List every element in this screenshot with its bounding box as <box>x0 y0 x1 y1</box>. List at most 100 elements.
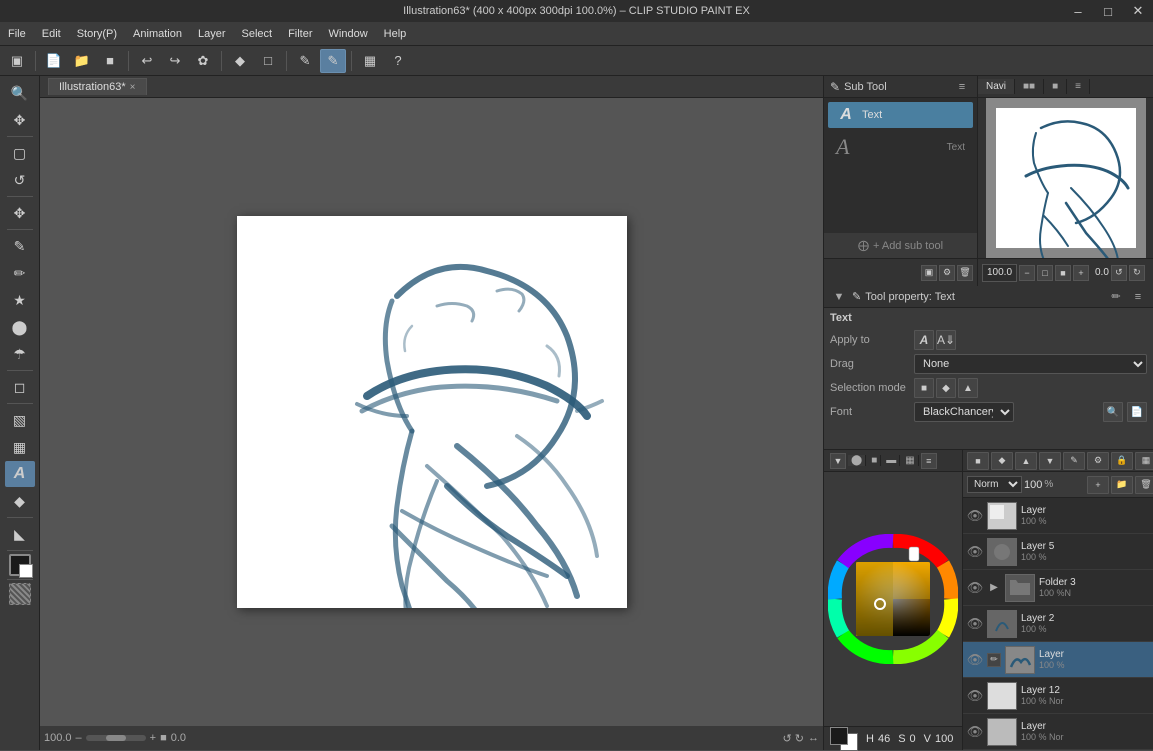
toolbar-command1[interactable]: ▣ <box>4 49 30 73</box>
toolbar-open[interactable]: 📁 <box>69 49 95 73</box>
tool-prop-collapse[interactable]: ▼ <box>830 288 848 306</box>
toolbar-help[interactable]: ? <box>385 49 411 73</box>
layer-ctrl-4[interactable]: ▼ <box>1039 452 1061 470</box>
layer-ctrl-8[interactable]: ▦ <box>1135 452 1153 470</box>
rotate-controls[interactable]: ↺ ↻ <box>783 732 805 745</box>
subtool-item-text[interactable]: A Text <box>828 102 973 128</box>
layer-visibility-3[interactable]: 👁 <box>967 580 983 596</box>
subtool-item-text2[interactable]: A Text <box>828 128 973 166</box>
toolbar-transform[interactable]: ✿ <box>190 49 216 73</box>
pattern-swatch[interactable] <box>9 583 31 605</box>
nav-zoom-100[interactable]: ■ <box>1055 265 1071 281</box>
subtool-menu-btn[interactable]: ≡ <box>953 78 971 96</box>
add-subtool-btn[interactable]: ⨁ + Add sub tool <box>824 233 977 258</box>
fg-color-swatch[interactable] <box>9 554 31 576</box>
nav-tab-navi[interactable]: Navi <box>978 79 1015 94</box>
tool-zoom[interactable]: 🔍 <box>5 80 35 106</box>
drag-select[interactable]: None <box>914 354 1147 374</box>
table-row[interactable]: 👁 Layer 5 100 % <box>963 534 1153 570</box>
tool-fill[interactable]: ☂ <box>5 341 35 367</box>
sel-mode-btn3[interactable]: ▲ <box>958 378 978 398</box>
layer-visibility-2[interactable]: 👁 <box>967 544 983 560</box>
fg-color-swatch[interactable] <box>830 727 848 745</box>
tool-pen[interactable]: ✎ <box>5 233 35 259</box>
layer-ctrl-5[interactable]: ✎ <box>1063 452 1085 470</box>
color-tab-rect[interactable]: ■ <box>868 455 881 466</box>
nav-zoom-fit[interactable]: □ <box>1037 265 1053 281</box>
menu-help[interactable]: Help <box>376 22 415 45</box>
table-row[interactable]: 👁 ✏ Layer 100 % <box>963 642 1153 678</box>
nav-tab-4[interactable]: ≡ <box>1067 79 1090 94</box>
close-button[interactable]: ✕ <box>1123 0 1153 22</box>
nav-tab-3[interactable]: ■ <box>1044 79 1067 94</box>
toolbar-view[interactable]: ▦ <box>357 49 383 73</box>
toolbar-pen1[interactable]: ✎ <box>292 49 318 73</box>
toolbar-save[interactable]: ■ <box>97 49 123 73</box>
layer-visibility-6[interactable]: 👁 <box>967 688 983 704</box>
menu-edit[interactable]: Edit <box>34 22 69 45</box>
toolbar-redo[interactable]: ↪ <box>162 49 188 73</box>
menu-window[interactable]: Window <box>321 22 376 45</box>
color-collapse[interactable]: ▼ <box>830 453 846 469</box>
layer-folder-btn[interactable]: 📁 <box>1111 476 1133 494</box>
apply-btn-2[interactable]: A⇓ <box>936 330 956 350</box>
toolbar-select2[interactable]: □ <box>255 49 281 73</box>
tool-transform[interactable]: ✥ <box>5 200 35 226</box>
canvas-tab-item[interactable]: Illustration63* × <box>48 78 147 95</box>
font-preview-btn[interactable]: 📄 <box>1127 402 1147 422</box>
tool-airbrush[interactable]: ⬤ <box>5 314 35 340</box>
menu-story[interactable]: Story(P) <box>69 22 125 45</box>
nav-tab-2[interactable]: ■■ <box>1015 79 1044 94</box>
canvas-background[interactable] <box>40 98 823 726</box>
layer-lock-5[interactable]: ✏ <box>987 653 1001 667</box>
color-tab-circle[interactable]: ⬤ <box>848 455 866 466</box>
menu-layer[interactable]: Layer <box>190 22 234 45</box>
table-row[interactable]: 👁 Layer 100 % <box>963 498 1153 534</box>
tool-text[interactable]: A <box>5 461 35 487</box>
color-menu[interactable]: ≡ <box>921 453 937 469</box>
layer-ctrl-6[interactable]: ⚙ <box>1087 452 1109 470</box>
color-wheel-area[interactable] <box>824 472 962 726</box>
layer-ctrl-7[interactable]: 🔒 <box>1111 452 1133 470</box>
nav-rotate-ccw[interactable]: ↺ <box>1111 265 1127 281</box>
toolbar-new[interactable]: 📄 <box>41 49 67 73</box>
font-select[interactable]: BlackChancery <box>914 402 1014 422</box>
layer-ctrl-2[interactable]: ◆ <box>991 452 1013 470</box>
layer-delete-btn[interactable]: 🗑 <box>1135 476 1153 494</box>
sel-mode-btn2[interactable]: ◆ <box>936 378 956 398</box>
tool-prop-edit[interactable]: ✏ <box>1107 288 1125 306</box>
nav-zoom-val[interactable]: 100.0 <box>982 264 1017 282</box>
maximize-button[interactable]: □ <box>1093 0 1123 22</box>
color-tab-grad[interactable]: ▬ <box>883 455 900 466</box>
tool-ruler[interactable]: ▦ <box>5 434 35 460</box>
toolbar-select1[interactable]: ◆ <box>227 49 253 73</box>
tool-move[interactable]: ✥ <box>5 107 35 133</box>
color-wheel-svg[interactable] <box>828 534 958 664</box>
layer-visibility-1[interactable]: 👁 <box>967 508 983 524</box>
tool-brush[interactable]: ★ <box>5 287 35 313</box>
subtool-action-copy[interactable]: ▣ <box>921 265 937 281</box>
table-row[interactable]: 👁 Layer 12 100 % Nor <box>963 678 1153 714</box>
zoom-minus[interactable]: – <box>76 732 82 744</box>
sel-mode-btn1[interactable]: ■ <box>914 378 934 398</box>
layer-visibility-4[interactable]: 👁 <box>967 616 983 632</box>
layer-visibility-5[interactable]: 👁 <box>967 652 983 668</box>
tool-prop-menu[interactable]: ≡ <box>1129 288 1147 306</box>
menu-animation[interactable]: Animation <box>125 22 190 45</box>
layer-visibility-7[interactable]: 👁 <box>967 724 983 740</box>
flip-control[interactable]: ↔ <box>808 732 819 744</box>
table-row[interactable]: 👁 Layer 100 % Nor <box>963 714 1153 750</box>
canvas-scrollbar-horizontal[interactable]: 100.0 – + ■ 0.0 ↺ ↻ ↔ <box>40 726 823 750</box>
tool-balloon[interactable]: ◆ <box>5 488 35 514</box>
layer-ctrl-3[interactable]: ▲ <box>1015 452 1037 470</box>
tool-select-lasso[interactable]: ↺ <box>5 167 35 193</box>
apply-btn-1[interactable]: A <box>914 330 934 350</box>
canvas-document[interactable] <box>237 216 627 608</box>
color-tab-set[interactable]: ▦ <box>902 455 918 466</box>
table-row[interactable]: 👁 Layer 2 100 % <box>963 606 1153 642</box>
subtool-action-settings[interactable]: ⚙ <box>939 265 955 281</box>
zoom-plus[interactable]: + <box>150 732 156 744</box>
nav-zoom-in[interactable]: + <box>1073 265 1089 281</box>
blend-mode-select[interactable]: Norm <box>967 476 1022 493</box>
navigator-thumbnail[interactable] <box>978 98 1153 258</box>
